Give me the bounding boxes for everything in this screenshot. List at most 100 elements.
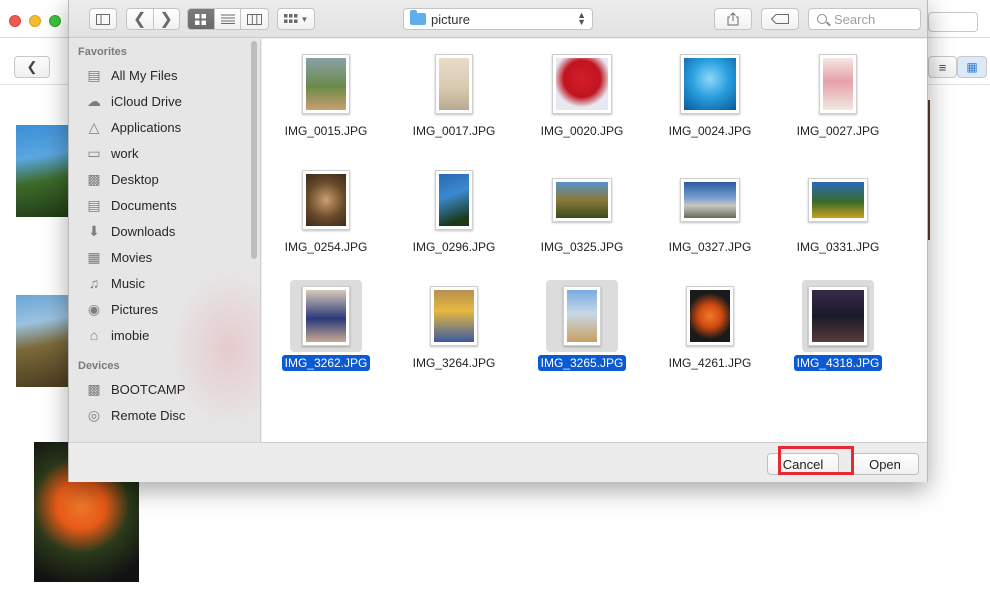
sidebar-item-work[interactable]: ▭ work xyxy=(85,142,245,164)
search-field[interactable]: Search xyxy=(808,8,921,30)
thumbnail-area xyxy=(262,46,390,122)
thumbnail-area xyxy=(518,162,646,238)
file-item[interactable]: IMG_3264.JPG xyxy=(390,278,518,390)
sidebar-item-downloads[interactable]: ⬇ Downloads xyxy=(85,220,245,242)
column-view-button[interactable] xyxy=(241,9,268,29)
file-item[interactable]: IMG_0015.JPG xyxy=(262,46,390,158)
sidebar-item-music[interactable]: ♫ Music xyxy=(85,272,245,294)
thumbnail-area xyxy=(774,46,902,122)
image-thumbnail xyxy=(819,54,857,114)
arrange-menu-button[interactable]: ▼ xyxy=(277,8,315,30)
icon-view-button[interactable] xyxy=(188,9,215,29)
thumbnail-area xyxy=(646,46,774,122)
toggle-sidebar-button[interactable] xyxy=(89,8,117,30)
list-view-button[interactable] xyxy=(215,9,242,29)
sidebar-item-icloud-drive[interactable]: ☁ iCloud Drive xyxy=(85,90,245,112)
image-thumbnail xyxy=(552,178,612,222)
sidebar-item-remote-disc[interactable]: ◎ Remote Disc xyxy=(85,404,245,426)
background-list-view-button[interactable]: ≡ xyxy=(928,56,957,78)
open-button[interactable]: Open xyxy=(851,453,919,475)
background-photo-valley xyxy=(16,295,68,387)
file-item[interactable]: IMG_0027.JPG xyxy=(774,46,902,158)
folder-icon: ▭ xyxy=(87,144,101,161)
view-mode-control xyxy=(187,8,269,30)
location-label: picture xyxy=(431,11,471,27)
location-popup[interactable]: picture ▲ ▼ xyxy=(403,8,593,30)
zoom-window-icon[interactable] xyxy=(49,15,61,27)
sidebar-item-imobie[interactable]: ⌂ imobie xyxy=(85,324,245,346)
file-item[interactable]: IMG_0024.JPG xyxy=(646,46,774,158)
file-name: IMG_0331.JPG xyxy=(774,240,902,254)
sidebar-scrollbar[interactable] xyxy=(251,41,257,259)
background-grid-view-button[interactable]: ▦ xyxy=(957,56,987,78)
sidebar-item-applications[interactable]: △ Applications xyxy=(85,116,245,138)
sidebar: Favorites ▤ All My Files ☁ iCloud Drive △ App… xyxy=(69,39,261,442)
file-name: IMG_3265.JPG xyxy=(518,355,646,371)
file-item[interactable]: IMG_0331.JPG xyxy=(774,162,902,274)
sidebar-item-label: Music xyxy=(111,275,145,291)
cloud-icon: ☁ xyxy=(87,92,101,109)
image-thumbnail xyxy=(302,286,350,346)
file-item[interactable]: IMG_0327.JPG xyxy=(646,162,774,274)
image-thumbnail xyxy=(552,54,612,114)
tags-button[interactable] xyxy=(761,8,799,30)
sidebar-item-label: iCloud Drive xyxy=(111,93,182,109)
sidebar-item-label: Pictures xyxy=(111,301,158,317)
thumbnail-area xyxy=(646,278,774,354)
file-item[interactable]: IMG_0017.JPG xyxy=(390,46,518,158)
file-item[interactable]: IMG_0325.JPG xyxy=(518,162,646,274)
thumbnail-area xyxy=(390,46,518,122)
tag-icon xyxy=(771,14,789,24)
downloads-icon: ⬇ xyxy=(88,222,100,239)
thumbnail-area xyxy=(774,162,902,238)
sidebar-item-pictures[interactable]: ◉ Pictures xyxy=(85,298,245,320)
file-name: IMG_4318.JPG xyxy=(774,355,902,371)
movies-icon: ▦ xyxy=(87,248,101,265)
sidebar-item-label: work xyxy=(111,145,139,161)
file-name: IMG_0296.JPG xyxy=(390,240,518,254)
arrange-icon xyxy=(283,14,298,23)
background-back-button[interactable]: ❮ xyxy=(14,56,50,78)
open-button-highlight-box xyxy=(778,446,854,475)
background-photo-trees xyxy=(16,125,68,217)
share-button[interactable] xyxy=(714,8,752,30)
desktop-icon: ▩ xyxy=(87,170,101,187)
close-window-icon[interactable] xyxy=(9,15,21,27)
file-item[interactable]: IMG_3262.JPG xyxy=(262,278,390,390)
image-thumbnail xyxy=(435,170,473,230)
background-search-field[interactable] xyxy=(928,12,978,32)
file-item[interactable]: IMG_0020.JPG xyxy=(518,46,646,158)
image-thumbnail xyxy=(435,54,473,114)
sidebar-item-desktop[interactable]: ▩ Desktop xyxy=(85,168,245,190)
applications-icon: △ xyxy=(88,118,100,135)
file-name-label: IMG_3264.JPG xyxy=(412,356,496,370)
devices-header: Devices xyxy=(78,360,120,372)
forward-button[interactable]: ❯ xyxy=(154,9,180,29)
sidebar-item-movies[interactable]: ▦ Movies xyxy=(85,246,245,268)
thumbnail-area xyxy=(262,278,390,354)
file-item[interactable]: IMG_4261.JPG xyxy=(646,278,774,390)
sidebar-item-bootcamp[interactable]: ▩ BOOTCAMP xyxy=(85,378,245,400)
disk-icon: ▩ xyxy=(87,380,101,397)
file-item[interactable]: IMG_4318.JPG xyxy=(774,278,902,390)
image-thumbnail xyxy=(430,286,478,346)
sidebar-item-documents[interactable]: ▤ Documents xyxy=(85,194,245,216)
back-button[interactable]: ❮ xyxy=(127,9,154,29)
thumbnail-area xyxy=(646,162,774,238)
sidebar-item-label: All My Files xyxy=(111,67,178,83)
search-icon xyxy=(817,14,827,24)
file-item[interactable]: IMG_3265.JPG xyxy=(518,278,646,390)
music-icon: ♫ xyxy=(88,275,100,291)
home-icon: ⌂ xyxy=(89,327,99,343)
open-file-dialog: ❮ ❯ ▼ picture ▲ ▼ Search Favorites ▤ All… xyxy=(68,0,928,482)
file-name-label: IMG_0015.JPG xyxy=(284,124,368,138)
file-item[interactable]: IMG_0296.JPG xyxy=(390,162,518,274)
file-name: IMG_4261.JPG xyxy=(646,356,774,370)
favorites-header: Favorites xyxy=(78,46,127,58)
file-item[interactable]: IMG_0254.JPG xyxy=(262,162,390,274)
sidebar-item-all-my-files[interactable]: ▤ All My Files xyxy=(85,64,245,86)
sidebar-item-label: Movies xyxy=(111,249,153,265)
documents-icon: ▤ xyxy=(87,196,101,213)
minimize-window-icon[interactable] xyxy=(29,15,41,27)
camera-icon: ◉ xyxy=(87,300,101,317)
